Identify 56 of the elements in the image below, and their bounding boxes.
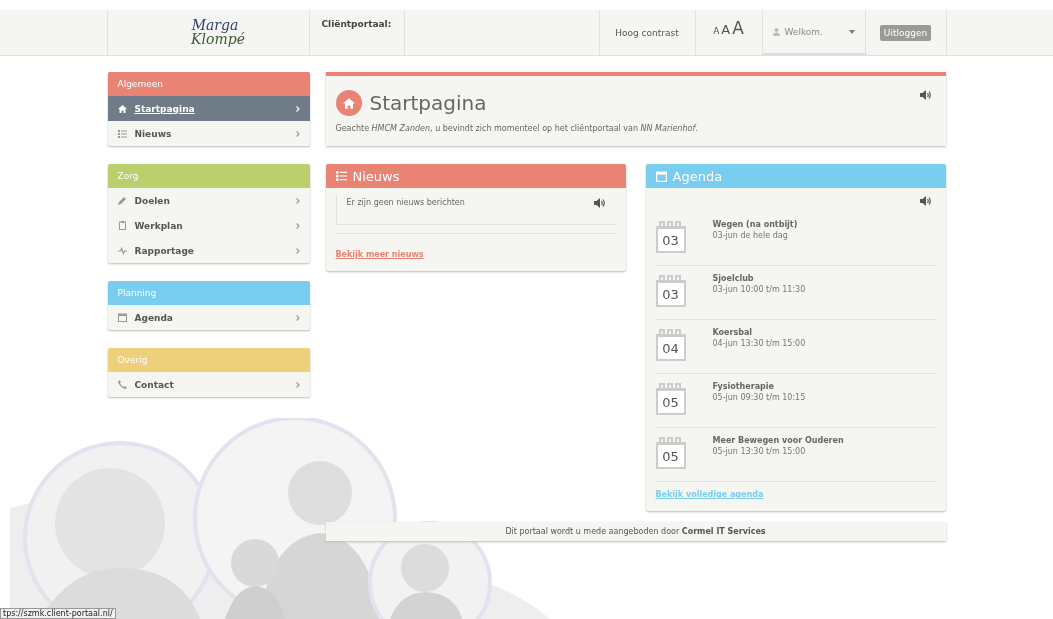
- chevron-icon: [295, 247, 300, 254]
- home-icon: [117, 104, 127, 113]
- nav-group-header: Algemeen: [107, 72, 310, 96]
- nav-item[interactable]: Rapportage: [107, 238, 310, 263]
- calendar-icon: [655, 170, 667, 182]
- high-contrast-link[interactable]: Hoog contrast: [615, 27, 679, 38]
- agenda-title: Agenda: [672, 168, 723, 184]
- chevron-icon: [295, 197, 300, 204]
- nav-item[interactable]: Nieuws: [107, 121, 310, 146]
- nav-item[interactable]: Contact: [107, 372, 310, 397]
- event-title[interactable]: Koersbal: [712, 328, 806, 337]
- font-size-button[interactable]: A: [713, 26, 720, 36]
- list-icon: [335, 171, 347, 181]
- speaker-icon[interactable]: [919, 196, 932, 206]
- chevron-icon: [295, 381, 300, 388]
- nav-group-header: Planning: [107, 281, 310, 305]
- chevron-icon: [295, 130, 300, 137]
- nav-item[interactable]: Agenda: [107, 305, 310, 330]
- phone-icon: [117, 380, 127, 389]
- portal-label: Cliëntportaal:: [321, 19, 392, 29]
- home-icon: [335, 90, 362, 116]
- event-time: 05-jun 13:30 t/m 15:00: [712, 447, 807, 456]
- news-title: Nieuws: [352, 168, 400, 184]
- font-size-button[interactable]: A: [732, 18, 744, 38]
- event-time: 04-jun 13:30 t/m 15:00: [712, 339, 806, 348]
- nav-item[interactable]: Werkplan: [107, 213, 310, 238]
- chevron-icon: [295, 222, 300, 229]
- user-icon: [772, 27, 780, 36]
- dropdown-caret-icon[interactable]: [848, 29, 855, 34]
- clipboard-icon: [118, 221, 126, 230]
- event-title[interactable]: Wegen (na ontbijt): [712, 220, 798, 229]
- speaker-icon[interactable]: [919, 90, 932, 100]
- footer-text: Dit portaal wordt u mede aangeboden door Cormel IT Services: [505, 527, 766, 536]
- status-url: tps://szmk.client-portaal.nl/: [0, 608, 116, 619]
- event-title[interactable]: Meer Bewegen voor Ouderen: [712, 436, 844, 445]
- logo[interactable]: Marga Klompé: [107, 10, 310, 55]
- nav-item[interactable]: Startpagina: [107, 96, 310, 121]
- list-icon: [117, 129, 127, 138]
- chevron-icon: [295, 105, 300, 112]
- nav-group-header: Zorg: [107, 164, 310, 188]
- page-title: Startpagina: [369, 91, 487, 115]
- calendar-icon: [117, 313, 127, 322]
- event-time: 03-jun 10:00 t/m 11:30: [712, 285, 806, 294]
- news-message: Er zijn geen nieuws berichten: [346, 198, 465, 208]
- speaker-icon[interactable]: [593, 198, 606, 208]
- nav-group-header: Overig: [107, 348, 310, 372]
- pulse-icon: [117, 246, 127, 255]
- font-size-button[interactable]: A: [721, 22, 731, 37]
- event-title[interactable]: Fysiotherapie: [712, 382, 806, 391]
- pencil-icon: [117, 196, 127, 205]
- chevron-icon: [295, 314, 300, 321]
- event-time: 03-jun de hele dag: [712, 231, 789, 240]
- event-title[interactable]: Sjoelclub: [712, 274, 806, 283]
- event-time: 05-jun 09:30 t/m 10:15: [712, 393, 806, 402]
- nav-item[interactable]: Doelen: [107, 188, 310, 213]
- greeting-text: Geachte HMCM Zanden, u bevindt zich momenteel op het cliëntportaal van NN Marienhof.: [335, 124, 699, 133]
